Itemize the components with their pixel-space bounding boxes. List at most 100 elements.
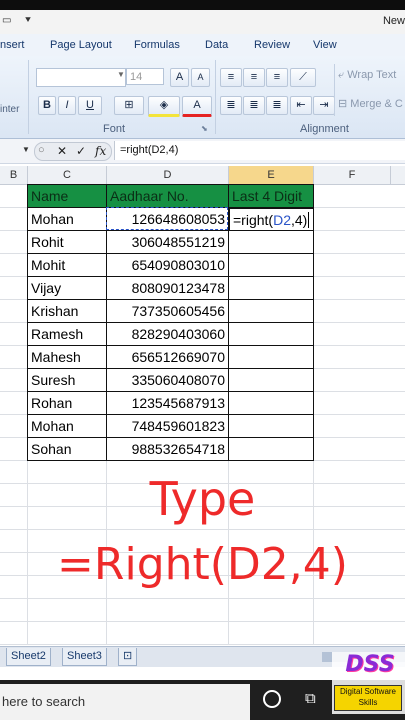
- table-cell-aadhaar[interactable]: 737350605456: [107, 300, 229, 323]
- table-cell-last4[interactable]: [229, 369, 314, 392]
- logo-caption: Digital Software Skills: [334, 685, 402, 711]
- table-cell-aadhaar[interactable]: 748459601823: [107, 415, 229, 438]
- tab-data[interactable]: Data: [205, 39, 228, 51]
- name-box-dropdown-icon[interactable]: ▼: [22, 145, 30, 154]
- customize-qat-icon[interactable]: ⯆: [24, 15, 32, 26]
- table-cell-last4[interactable]: [229, 392, 314, 415]
- group-divider: [215, 60, 216, 134]
- editing-cell-e2[interactable]: =right(D2,4): [229, 208, 314, 231]
- table-cell-name[interactable]: Rohan: [28, 392, 107, 415]
- tab-view[interactable]: View: [313, 39, 337, 51]
- tab-insert[interactable]: nsert: [0, 39, 24, 51]
- table-cell-last4[interactable]: [229, 346, 314, 369]
- tab-page-layout[interactable]: Page Layout: [50, 39, 112, 51]
- font-size-select[interactable]: 14: [126, 68, 164, 85]
- font-dialog-launcher-icon[interactable]: ⬊: [201, 124, 208, 133]
- sheet-tab-sheet2[interactable]: Sheet2: [6, 648, 51, 666]
- paint-bucket-icon: ◈: [159, 99, 169, 111]
- align-middle-button[interactable]: ≡: [243, 68, 265, 87]
- bold-button[interactable]: B: [38, 96, 56, 115]
- table-cell-aadhaar[interactable]: 988532654718: [107, 438, 229, 461]
- header-cell-last4[interactable]: Last 4 Digit: [229, 185, 314, 208]
- table-cell-name[interactable]: Krishan: [28, 300, 107, 323]
- table-cell-name[interactable]: Mohan: [28, 415, 107, 438]
- borders-button[interactable]: ⊞: [114, 96, 144, 115]
- increase-indent-button[interactable]: ⇥: [313, 96, 335, 115]
- tab-formulas[interactable]: Formulas: [134, 39, 180, 51]
- logo-caption-line-1: Digital Software: [339, 687, 397, 696]
- enter-icon[interactable]: ✓: [76, 144, 86, 158]
- logo-mark: DSS: [345, 652, 395, 677]
- table-cell-aadhaar[interactable]: 306048551219: [107, 231, 229, 254]
- overlay-line-1: Type: [149, 472, 256, 526]
- borders-icon: ⊞: [124, 99, 134, 111]
- column-header-b[interactable]: B: [0, 166, 28, 184]
- decrease-indent-button[interactable]: ⇤: [290, 96, 312, 115]
- table-cell-name[interactable]: Sohan: [28, 438, 107, 461]
- cortana-icon[interactable]: [263, 690, 281, 708]
- table-cell-aadhaar[interactable]: 656512669070: [107, 346, 229, 369]
- table-cell-last4[interactable]: [229, 277, 314, 300]
- header-cell-name[interactable]: Name: [28, 185, 107, 208]
- table-cell-last4[interactable]: [229, 438, 314, 461]
- orientation-button[interactable]: ⟋: [290, 68, 316, 87]
- align-center-button[interactable]: ≣: [243, 96, 265, 115]
- table-cell-name[interactable]: Mohan: [28, 208, 107, 231]
- formula-text: =right(D2,4): [120, 144, 179, 156]
- table-cell-aadhaar[interactable]: 335060408070: [107, 369, 229, 392]
- chevron-down-icon[interactable]: ▼: [117, 70, 125, 79]
- task-view-icon[interactable]: ⧉: [305, 690, 325, 708]
- window-title: New: [382, 15, 405, 27]
- editing-cell-prefix: =right(: [233, 212, 274, 228]
- align-left-button[interactable]: ≣: [220, 96, 242, 115]
- font-name-select[interactable]: [36, 68, 126, 87]
- cancel-icon[interactable]: ✕: [57, 144, 67, 158]
- merge-center-button[interactable]: ⊟ Merge & C: [338, 97, 403, 110]
- table-cell-aadhaar[interactable]: 654090803010: [107, 254, 229, 277]
- window-titlebar: [0, 0, 405, 10]
- underline-button[interactable]: U: [78, 96, 102, 115]
- table-cell-name[interactable]: Vijay: [28, 277, 107, 300]
- grow-font-button[interactable]: A: [170, 68, 189, 87]
- quick-access-toolbar: ▭ ⯆ New: [0, 10, 405, 34]
- insert-sheet-button[interactable]: ⊡: [118, 648, 138, 666]
- table-cell-name[interactable]: Suresh: [28, 369, 107, 392]
- wrap-text-button[interactable]: ⤶ Wrap Text: [338, 69, 396, 82]
- align-right-button[interactable]: ≣: [266, 96, 288, 115]
- group-divider: [28, 60, 29, 134]
- ribbon-panel: inter ▼ 14 A A B I U ⊞ ◈ A Font ⬊ ≡ ≡ ≡ …: [0, 56, 405, 139]
- table-cell-aadhaar[interactable]: 126648608053: [107, 208, 229, 231]
- fill-color-button[interactable]: ◈: [148, 96, 180, 117]
- italic-button[interactable]: I: [58, 96, 76, 115]
- table-cell-last4[interactable]: [229, 231, 314, 254]
- font-color-button[interactable]: A: [182, 96, 212, 117]
- sheet-tab-sheet3[interactable]: Sheet3: [62, 648, 107, 666]
- gridline-horizontal: [0, 598, 405, 599]
- align-top-button[interactable]: ≡: [220, 68, 242, 87]
- column-header-e[interactable]: E: [229, 166, 314, 186]
- table-cell-name[interactable]: Ramesh: [28, 323, 107, 346]
- table-border-top: [27, 184, 314, 185]
- column-header-d[interactable]: D: [107, 166, 229, 184]
- column-header-f[interactable]: F: [314, 166, 391, 184]
- tab-review[interactable]: Review: [254, 39, 290, 51]
- align-bottom-button[interactable]: ≡: [266, 68, 288, 87]
- formula-input[interactable]: =right(D2,4): [114, 141, 405, 160]
- save-icon[interactable]: ▭: [2, 15, 11, 26]
- table-cell-aadhaar[interactable]: 123545687913: [107, 392, 229, 415]
- table-cell-aadhaar[interactable]: 808090123478: [107, 277, 229, 300]
- header-cell-aadhaar[interactable]: Aadhaar No.: [107, 185, 229, 208]
- taskbar-search-box[interactable]: here to search: [0, 684, 250, 720]
- editing-cell-suffix: ,4): [290, 212, 308, 228]
- table-cell-last4[interactable]: [229, 415, 314, 438]
- column-header-c[interactable]: C: [28, 166, 107, 184]
- table-cell-name[interactable]: Mahesh: [28, 346, 107, 369]
- table-cell-aadhaar[interactable]: 828290403060: [107, 323, 229, 346]
- table-cell-name[interactable]: Mohit: [28, 254, 107, 277]
- shrink-font-button[interactable]: A: [191, 68, 210, 87]
- table-cell-name[interactable]: Rohit: [28, 231, 107, 254]
- table-cell-last4[interactable]: [229, 323, 314, 346]
- table-cell-last4[interactable]: [229, 300, 314, 323]
- table-cell-last4[interactable]: [229, 254, 314, 277]
- insert-function-icon[interactable]: fx: [95, 144, 106, 158]
